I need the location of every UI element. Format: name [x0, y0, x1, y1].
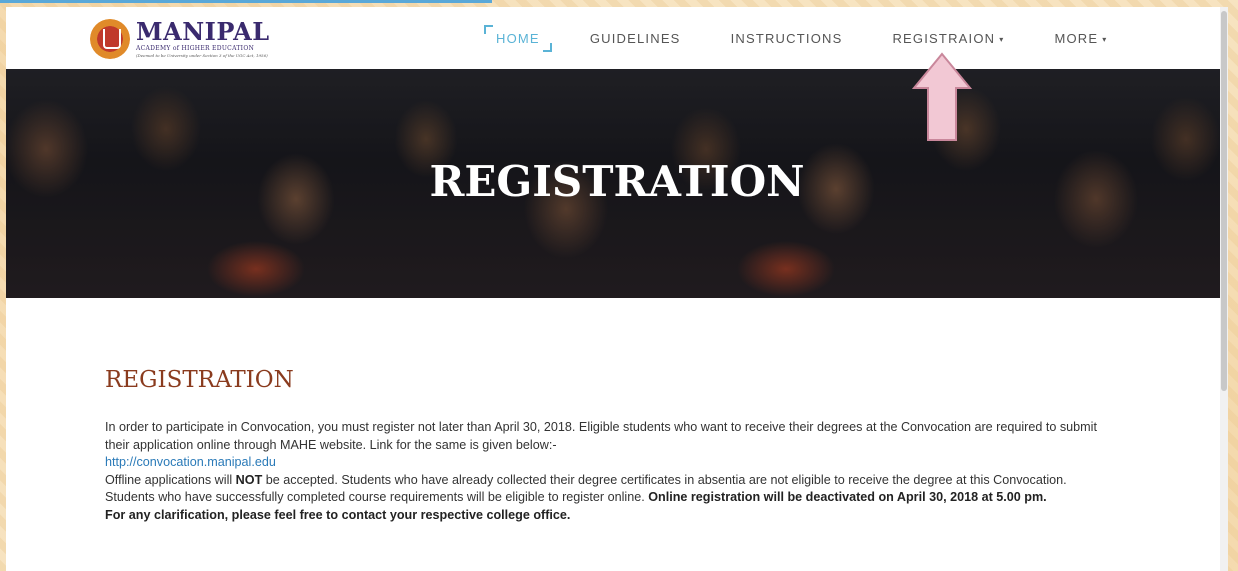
- hero-banner: REGISTRATION: [6, 69, 1228, 298]
- nav-registration[interactable]: REGISTRAION ▾: [892, 31, 1004, 46]
- manipal-emblem-icon: [90, 19, 130, 59]
- logo-subtitle: ACADEMY of HIGHER EDUCATION: [136, 45, 255, 52]
- chevron-down-icon: ▾: [1102, 34, 1108, 44]
- nav-more-label: MORE: [1054, 30, 1099, 46]
- chevron-down-icon: ▾: [999, 34, 1005, 44]
- loading-bar: [0, 0, 492, 3]
- main-nav: HOME GUIDELINES INSTRUCTIONS REGISTRAION…: [484, 7, 1157, 69]
- logo-name: MANIPAL: [136, 17, 270, 46]
- contact-text: For any clarification, please feel free …: [105, 507, 571, 522]
- nav-instructions[interactable]: INSTRUCTIONS: [731, 31, 843, 46]
- paragraph-1: In order to participate in Convocation, …: [105, 420, 1097, 452]
- registration-text: In order to participate in Convocation, …: [105, 419, 1115, 524]
- scrollbar[interactable]: [1220, 7, 1228, 571]
- paragraph-2a: Offline applications will: [105, 472, 236, 487]
- nav-guidelines[interactable]: GUIDELINES: [590, 31, 681, 46]
- nav-registration-label: REGISTRAION: [892, 30, 996, 46]
- logo-tagline: (Deemed to be University under Section 3…: [136, 53, 268, 58]
- deadline-text: Online registration will be deactivated …: [648, 490, 1047, 504]
- nav-home[interactable]: HOME: [484, 24, 552, 52]
- convocation-link[interactable]: http://convocation.manipal.edu: [105, 455, 276, 469]
- logo-text: MANIPAL ACADEMY of HIGHER EDUCATION (Dee…: [136, 20, 270, 58]
- arrow-up-icon: [912, 52, 972, 141]
- hero-title: REGISTRATION: [429, 157, 805, 206]
- logo[interactable]: MANIPAL ACADEMY of HIGHER EDUCATION (Dee…: [90, 15, 270, 63]
- navbar: MANIPAL ACADEMY of HIGHER EDUCATION (Dee…: [6, 7, 1220, 69]
- not-emphasis: NOT: [235, 472, 263, 487]
- main-content: REGISTRATION In order to participate in …: [105, 367, 1115, 524]
- section-heading: REGISTRATION: [105, 367, 294, 393]
- page: MANIPAL ACADEMY of HIGHER EDUCATION (Dee…: [6, 7, 1228, 571]
- nav-more[interactable]: MORE ▾: [1054, 31, 1107, 46]
